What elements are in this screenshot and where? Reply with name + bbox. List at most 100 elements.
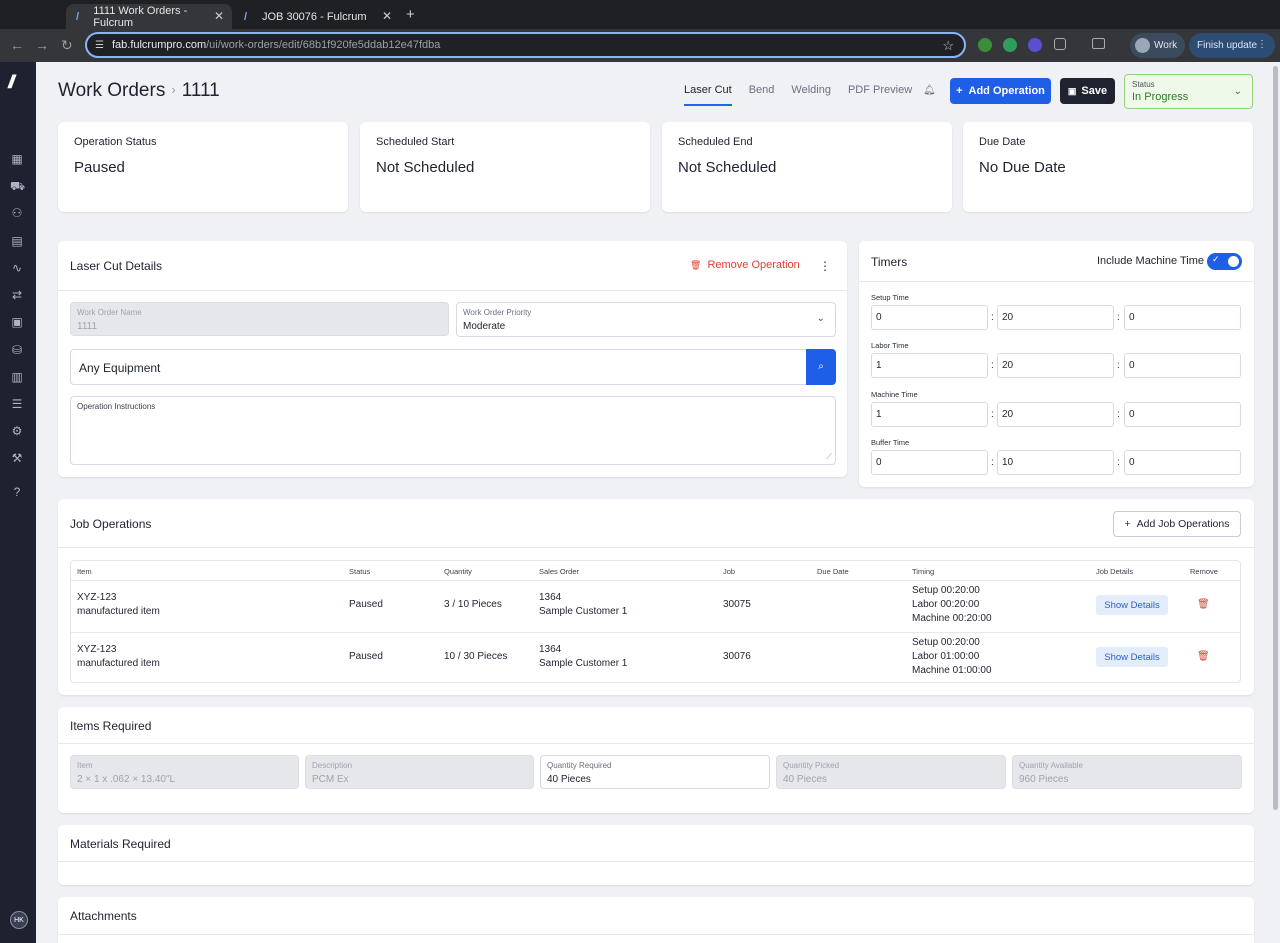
include-machine-time-label: Include Machine Time xyxy=(1097,255,1204,267)
back-icon[interactable]: ← xyxy=(10,37,24,53)
site-settings-icon[interactable]: ☰ xyxy=(95,40,104,51)
field-label: Operation Instructions xyxy=(77,402,156,411)
status-select[interactable]: Status In Progress ⌄ xyxy=(1124,74,1253,109)
trash-icon[interactable]: 🗑︎ xyxy=(1197,599,1210,610)
job-cell[interactable]: 30076 xyxy=(723,650,751,664)
labor-hours-input[interactable]: 1 xyxy=(871,353,988,378)
page-scrollbar[interactable] xyxy=(1273,66,1278,810)
browser-tab-job[interactable]: / JOB 30076 - Fulcrum ✕ xyxy=(234,4,400,29)
divider xyxy=(58,547,1254,548)
bookmark-star-icon[interactable]: ☆ xyxy=(942,38,954,54)
fulcrum-logo[interactable]: // xyxy=(8,72,15,93)
finish-update-button[interactable]: Finish update ⋮ xyxy=(1189,33,1275,58)
people-icon[interactable]: ⚇ xyxy=(10,206,24,220)
cart-icon[interactable]: ⛟ xyxy=(10,179,25,193)
tab-welding[interactable]: Welding xyxy=(791,84,831,106)
operation-details-title: Laser Cut Details xyxy=(70,259,163,273)
breadcrumb-current: 1111 xyxy=(181,80,220,101)
sales-order-number[interactable]: 1364 xyxy=(539,643,627,657)
search-equipment-button[interactable]: ⌕ xyxy=(806,349,836,385)
inventory-icon[interactable]: ⛁ xyxy=(10,343,24,357)
timing-setup: Setup 00:20:00 xyxy=(912,637,980,648)
more-options-icon[interactable]: ⋮ xyxy=(819,259,831,273)
setup-seconds-input[interactable]: 0 xyxy=(1124,305,1241,330)
resize-handle-icon[interactable]: ⟋ xyxy=(826,452,832,462)
breadcrumb-root[interactable]: Work Orders xyxy=(58,80,165,101)
work-order-name-field: Work Order Name 1111 xyxy=(70,302,449,336)
calendar-icon[interactable]: ▤ xyxy=(10,234,24,248)
buffer-hours-input[interactable]: 0 xyxy=(871,450,988,475)
show-details-button[interactable]: Show Details xyxy=(1096,595,1168,615)
extension-icon[interactable] xyxy=(978,38,992,52)
reload-icon[interactable]: ↻ xyxy=(61,37,73,54)
equipment-input[interactable]: Any Equipment xyxy=(70,349,808,385)
labor-seconds-input[interactable]: 0 xyxy=(1124,353,1241,378)
bell-icon[interactable]: 🔔︎ xyxy=(923,85,936,96)
add-operation-button[interactable]: + Add Operation xyxy=(950,78,1051,104)
plus-icon: + xyxy=(1124,518,1131,530)
tab-bend[interactable]: Bend xyxy=(749,84,775,106)
quantity-required-input[interactable]: Quantity Required 40 Pieces xyxy=(540,755,770,789)
item-description: manufactured item xyxy=(77,606,160,617)
remove-operation-button[interactable]: 🗑︎ Remove Operation xyxy=(690,259,800,271)
list-icon[interactable]: ☰ xyxy=(10,397,24,411)
add-operation-label: Add Operation xyxy=(968,85,1045,97)
include-machine-time-toggle[interactable]: ✓ xyxy=(1207,253,1242,270)
help-icon[interactable]: ? xyxy=(10,485,24,499)
forward-icon[interactable]: → xyxy=(35,37,49,53)
show-details-button[interactable]: Show Details xyxy=(1096,647,1168,667)
grid-icon[interactable]: ▦ xyxy=(10,152,24,166)
chart-icon[interactable]: ▥ xyxy=(10,370,24,384)
transfer-icon[interactable]: ⇄ xyxy=(10,288,24,302)
machine-minutes-input[interactable]: 20 xyxy=(997,402,1114,427)
field-label: Work Order Name xyxy=(77,308,142,317)
description-field: Description PCM Ex xyxy=(305,755,534,789)
job-cell[interactable]: 30075 xyxy=(723,598,751,612)
buffer-minutes-input[interactable]: 10 xyxy=(997,450,1114,475)
side-panel-icon[interactable] xyxy=(1092,38,1105,49)
settings-icon[interactable]: ⚙ xyxy=(10,424,24,438)
user-avatar[interactable]: HK xyxy=(10,911,28,929)
labor-minutes-input[interactable]: 20 xyxy=(997,353,1114,378)
plus-icon: + xyxy=(956,85,963,97)
activity-icon[interactable]: ∿ xyxy=(10,261,24,275)
colon: : xyxy=(1117,360,1120,371)
quantity-available-field: Quantity Available 960 Pieces xyxy=(1012,755,1242,789)
column-header: Status xyxy=(349,567,371,576)
tab-laser-cut[interactable]: Laser Cut xyxy=(684,84,732,106)
equipment-value: Any Equipment xyxy=(79,361,161,375)
divider xyxy=(58,743,1254,744)
operation-tabs: Laser Cut Bend Welding PDF Preview xyxy=(684,84,912,106)
machine-seconds-input[interactable]: 0 xyxy=(1124,402,1241,427)
timing-setup: Setup 00:20:00 xyxy=(912,585,980,596)
browser-tab-work-orders[interactable]: / 1111 Work Orders - Fulcrum ✕ xyxy=(66,4,232,29)
save-button[interactable]: ▣ Save xyxy=(1060,78,1115,104)
wrench-icon[interactable]: ⚒ xyxy=(10,451,24,465)
close-tab-icon[interactable]: ✕ xyxy=(382,9,392,23)
work-order-priority-select[interactable]: Work Order Priority Moderate ⌄ xyxy=(456,302,836,337)
extension-icon[interactable] xyxy=(1003,38,1017,52)
colon: : xyxy=(991,457,994,468)
browser-tab-title: 1111 Work Orders - Fulcrum xyxy=(93,4,188,29)
setup-hours-input[interactable]: 0 xyxy=(871,305,988,330)
status-cell: Paused xyxy=(349,599,383,610)
address-bar[interactable]: ☰ fab.fulcrumpro.com/ui/work-orders/edit… xyxy=(85,32,966,58)
materials-required-card: Materials Required xyxy=(58,825,1254,885)
machine-hours-input[interactable]: 1 xyxy=(871,402,988,427)
sales-order-number[interactable]: 1364 xyxy=(539,591,627,605)
trash-icon[interactable]: 🗑︎ xyxy=(1197,651,1210,662)
add-job-operations-button[interactable]: + Add Job Operations xyxy=(1113,511,1241,537)
profile-button[interactable]: Work xyxy=(1130,33,1185,58)
stat-card-operation-status: Operation Status Paused xyxy=(58,122,348,212)
extension-icon[interactable] xyxy=(1028,38,1042,52)
close-tab-icon[interactable]: ✕ xyxy=(214,9,224,23)
labor-time-label: Labor Time xyxy=(871,341,909,350)
column-header: Quantity xyxy=(444,567,472,576)
buffer-seconds-input[interactable]: 0 xyxy=(1124,450,1241,475)
setup-minutes-input[interactable]: 20 xyxy=(997,305,1114,330)
extensions-puzzle-icon[interactable] xyxy=(1054,38,1066,50)
operation-instructions-textarea[interactable]: Operation Instructions ⟋ xyxy=(70,396,836,465)
tab-pdf-preview[interactable]: PDF Preview xyxy=(848,84,912,106)
new-tab-icon[interactable]: + xyxy=(406,6,415,23)
calculator-icon[interactable]: ▣ xyxy=(10,315,24,329)
